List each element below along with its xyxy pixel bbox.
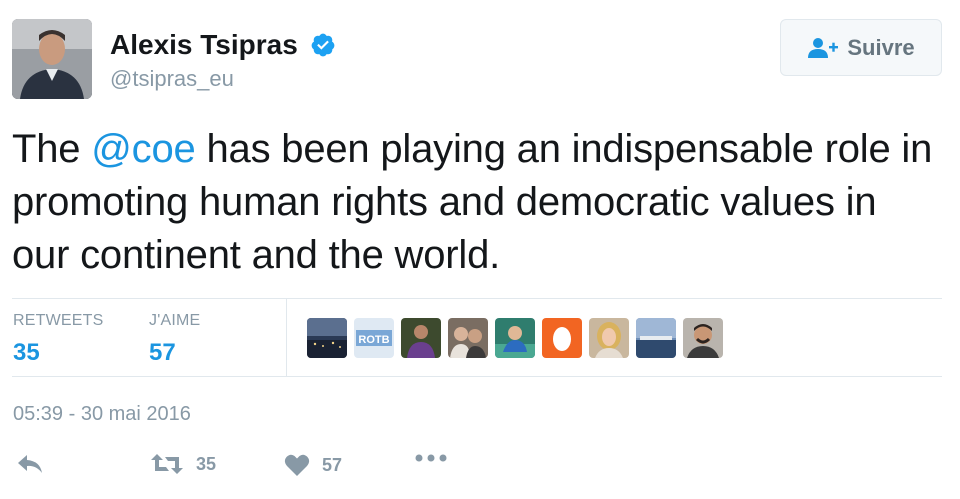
likers-list: ROTB bbox=[307, 318, 723, 358]
liker-avatar-rotb-logo[interactable]: ROTB bbox=[354, 318, 394, 358]
follow-button-label: Suivre bbox=[847, 34, 915, 60]
liker-avatar-egg[interactable] bbox=[542, 318, 582, 358]
liker-avatar-person-purple[interactable] bbox=[401, 318, 441, 358]
retweet-button[interactable]: 35 bbox=[150, 453, 216, 475]
verified-badge-icon bbox=[311, 33, 335, 57]
likes-label: J'AIME bbox=[149, 312, 201, 329]
user-avatar[interactable] bbox=[12, 19, 92, 99]
retweets-stat[interactable]: RETWEETS 35 bbox=[13, 312, 104, 368]
liker-avatar-couple[interactable] bbox=[448, 318, 488, 358]
user-name[interactable]: Alexis Tsipras bbox=[110, 28, 298, 62]
retweets-value: 35 bbox=[13, 339, 40, 366]
tweet-timestamp[interactable]: 05:39 - 30 mai 2016 bbox=[13, 402, 191, 426]
tweet-text: The @coe has been playing an indispensab… bbox=[12, 123, 942, 282]
stats-divider-top bbox=[12, 298, 942, 299]
follow-button[interactable]: Suivre bbox=[780, 19, 942, 76]
heart-icon bbox=[284, 454, 310, 476]
liker-avatar-woman-blonde[interactable] bbox=[589, 318, 629, 358]
like-button[interactable]: 57 bbox=[284, 453, 342, 477]
retweet-count: 35 bbox=[196, 453, 217, 474]
likes-value: 57 bbox=[149, 339, 176, 366]
likes-stat[interactable]: J'AIME 57 bbox=[149, 312, 200, 368]
follow-person-plus-icon bbox=[808, 37, 839, 58]
stats-divider-bottom bbox=[12, 376, 942, 377]
reply-icon bbox=[18, 455, 42, 473]
more-dots-icon bbox=[415, 454, 447, 462]
liker-avatar-man-smile[interactable] bbox=[683, 318, 723, 358]
liker-rotb-text: ROTB bbox=[358, 334, 389, 346]
retweets-label: RETWEETS bbox=[13, 312, 104, 329]
like-count: 57 bbox=[322, 454, 343, 475]
liker-avatar-harbor[interactable] bbox=[636, 318, 676, 358]
retweet-icon bbox=[151, 454, 183, 474]
liker-avatar-person-teal[interactable] bbox=[495, 318, 535, 358]
reply-button[interactable] bbox=[16, 453, 44, 475]
tweet-card: Alexis Tsipras @tsipras_eu Suivre The @c… bbox=[0, 0, 960, 499]
tweet-text-start: The bbox=[12, 127, 92, 171]
stats-divider-vertical bbox=[286, 299, 287, 376]
liker-avatar-night-city[interactable] bbox=[307, 318, 347, 358]
mention-link[interactable]: @coe bbox=[91, 127, 196, 171]
user-handle[interactable]: @tsipras_eu bbox=[110, 65, 234, 93]
more-button[interactable] bbox=[415, 453, 447, 463]
